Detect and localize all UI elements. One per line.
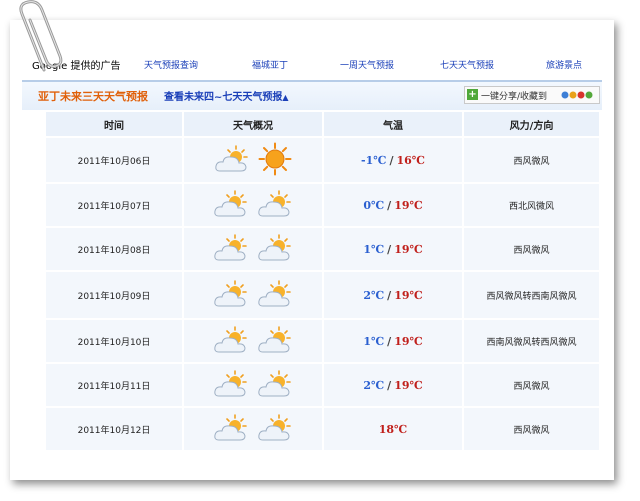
row-wind: 西风微风 <box>464 364 599 406</box>
row-temperature: 18℃ <box>324 408 462 450</box>
temp-high: 19℃ <box>394 288 423 302</box>
partly-cloudy-icon <box>213 369 249 402</box>
temp-separator: / <box>389 153 394 167</box>
temp-low: 1℃ <box>363 242 385 256</box>
temp-separator: / <box>387 242 392 256</box>
header-conditions: 天气概况 <box>184 112 322 136</box>
row-conditions <box>184 272 322 318</box>
row-conditions <box>184 228 322 270</box>
temp-high: 19℃ <box>394 198 423 212</box>
table-row: 2011年10月07日 0℃/19℃ 西北风微风 <box>46 184 599 226</box>
share-button[interactable]: + 一键分享/收藏到 <box>464 86 600 104</box>
row-temperature: -1℃/16℃ <box>324 138 462 182</box>
row-date: 2011年10月11日 <box>46 364 182 406</box>
partly-cloudy-icon <box>257 369 293 402</box>
temp-separator: / <box>387 334 392 348</box>
ad-bar: Google 提供的广告 天气预报查询 福城亚丁 一周天气预报 七天天气预报 旅… <box>22 54 602 74</box>
row-wind: 西南风微风转西风微风 <box>464 320 599 362</box>
temp-high: 19℃ <box>394 334 423 348</box>
row-date: 2011年10月07日 <box>46 184 182 226</box>
row-date: 2011年10月06日 <box>46 138 182 182</box>
weather-icons <box>213 369 293 402</box>
temp-low: 2℃ <box>363 378 385 392</box>
partly-cloudy-icon <box>213 325 249 358</box>
row-date: 2011年10月10日 <box>46 320 182 362</box>
forecast-title-bar: 亚丁未来三天天气预报 查看未来四~七天天气预报▲ + 一键分享/收藏到 <box>22 80 602 110</box>
temp-low: -1℃ <box>361 153 387 167</box>
forecast-title: 亚丁未来三天天气预报 <box>38 90 148 103</box>
weather-icons <box>214 142 292 179</box>
partly-cloudy-icon <box>213 189 249 222</box>
row-date: 2011年10月12日 <box>46 408 182 450</box>
ad-link-week-forecast[interactable]: 一周天气预报 <box>340 58 394 71</box>
row-conditions <box>184 408 322 450</box>
table-row: 2011年10月09日 2℃/19℃ 西风微风转西南风微风 <box>46 272 599 318</box>
row-date: 2011年10月09日 <box>46 272 182 318</box>
row-wind: 西风微风 <box>464 138 599 182</box>
row-temperature: 1℃/19℃ <box>324 228 462 270</box>
partly-cloudy-icon <box>257 413 293 446</box>
share-sites-icon <box>561 91 593 99</box>
weather-icons <box>213 279 293 312</box>
partly-cloudy-icon <box>213 413 249 446</box>
header-temperature: 气温 <box>324 112 462 136</box>
partly-cloudy-icon <box>213 233 249 266</box>
plus-icon: + <box>467 89 478 100</box>
partly-cloudy-icon <box>257 233 293 266</box>
weather-icons <box>213 233 293 266</box>
table-row: 2011年10月06日 -1℃/16℃ 西风微风 <box>46 138 599 182</box>
sun-icon <box>258 142 292 179</box>
more-days-link[interactable]: 查看未来四~七天天气预报▲ <box>164 88 289 103</box>
row-conditions <box>184 184 322 226</box>
partly-cloudy-icon <box>213 279 249 312</box>
row-temperature: 2℃/19℃ <box>324 272 462 318</box>
row-temperature: 0℃/19℃ <box>324 184 462 226</box>
ad-link-seven-day[interactable]: 七天天气预报 <box>440 58 494 71</box>
more-days-label: 查看未来四~七天天气预报 <box>164 92 283 103</box>
weather-icons <box>213 325 293 358</box>
temp-low: 1℃ <box>363 334 385 348</box>
temp-high: 19℃ <box>394 378 423 392</box>
forecast-table: 时间 天气概况 气温 风力/方向 2011年10月06日 -1℃/16℃ 西风微风 2… <box>44 110 601 452</box>
table-row: 2011年10月11日 2℃/19℃ 西风微风 <box>46 364 599 406</box>
table-row: 2011年10月08日 1℃/19℃ 西风微风 <box>46 228 599 270</box>
ad-link-yading[interactable]: 福城亚丁 <box>252 58 288 71</box>
partly-cloudy-icon <box>257 279 293 312</box>
temp-high: 19℃ <box>394 242 423 256</box>
row-conditions <box>184 320 322 362</box>
partly-cloudy-icon <box>257 325 293 358</box>
row-wind: 西风微风 <box>464 228 599 270</box>
header-time: 时间 <box>46 112 182 136</box>
partly-cloudy-icon <box>257 189 293 222</box>
table-row: 2011年10月12日 18℃ 西风微风 <box>46 408 599 450</box>
row-wind: 西风微风 <box>464 408 599 450</box>
temp-separator: / <box>387 378 392 392</box>
row-temperature: 1℃/19℃ <box>324 320 462 362</box>
forecast-rows: 2011年10月06日 -1℃/16℃ 西风微风 2011年10月07日 0℃/19℃ 西… <box>46 138 599 450</box>
ad-link-attractions[interactable]: 旅游景点 <box>546 58 582 71</box>
row-conditions <box>184 364 322 406</box>
table-header-row: 时间 天气概况 气温 风力/方向 <box>46 112 599 136</box>
temp-high: 16℃ <box>396 153 425 167</box>
temp-separator: / <box>387 288 392 302</box>
ad-link-weather-query[interactable]: 天气预报查询 <box>144 58 198 71</box>
partly-cloudy-icon <box>214 144 250 177</box>
triangle-up-icon: ▲ <box>282 93 289 102</box>
paperclip-icon <box>19 0 63 72</box>
temp-high: 18℃ <box>378 422 408 436</box>
weather-icons <box>213 413 293 446</box>
temp-separator: / <box>387 198 392 212</box>
weather-icons <box>213 189 293 222</box>
row-wind: 西风微风转西南风微风 <box>464 272 599 318</box>
share-label: 一键分享/收藏到 <box>481 92 548 102</box>
temp-low: 0℃ <box>363 198 385 212</box>
row-wind: 西北风微风 <box>464 184 599 226</box>
row-date: 2011年10月08日 <box>46 228 182 270</box>
header-wind: 风力/方向 <box>464 112 599 136</box>
temp-low: 2℃ <box>363 288 385 302</box>
table-row: 2011年10月10日 1℃/19℃ 西南风微风转西风微风 <box>46 320 599 362</box>
row-conditions <box>184 138 322 182</box>
row-temperature: 2℃/19℃ <box>324 364 462 406</box>
